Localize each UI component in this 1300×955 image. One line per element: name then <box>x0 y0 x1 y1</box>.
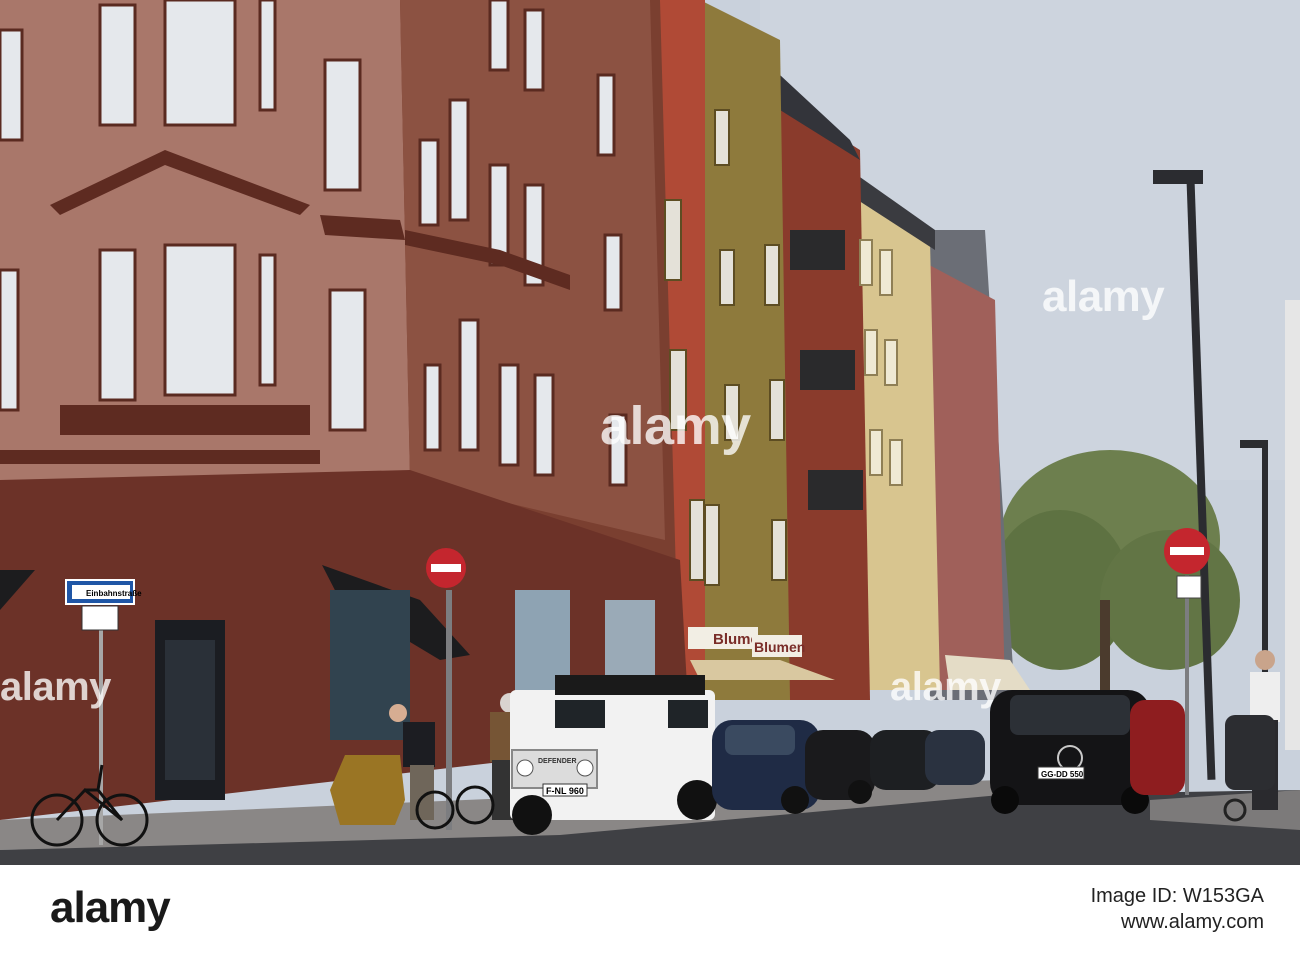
ochre-building <box>700 0 790 700</box>
no-entry-sign-center <box>426 548 466 588</box>
black-mercedes: GG-DD 550 <box>990 690 1150 814</box>
right-building <box>1285 300 1300 750</box>
svg-text:DEFENDER: DEFENDER <box>538 758 577 765</box>
dark-car-2 <box>925 730 985 785</box>
footer-meta: Image ID: W153GA www.alamy.com <box>1091 883 1264 935</box>
red-car <box>1130 700 1185 795</box>
site-url-link[interactable]: www.alamy.com <box>1091 909 1264 935</box>
watermark-bottom: alamy <box>890 665 1001 709</box>
watermark-left: alamy <box>0 665 111 709</box>
bench <box>330 755 405 825</box>
image-id-label: Image ID: W153GA <box>1090 885 1264 907</box>
red-building <box>780 100 870 700</box>
svg-text:Blumen: Blumen <box>754 639 805 655</box>
white-defender: DEFENDER F-NL 960 <box>510 675 717 835</box>
sign-pole-center <box>446 590 452 830</box>
watermark-right: alamy <box>1042 272 1165 321</box>
svg-text:Einbahnstraße: Einbahnstraße <box>86 589 142 598</box>
watermark-main: alamy <box>600 396 751 456</box>
sign-pole-right <box>1185 575 1189 795</box>
footer-bar: alamy Image ID: W153GA www.alamy.com <box>0 865 1300 955</box>
footer-brand-logo[interactable]: alamy <box>50 883 171 933</box>
street-photo: S Blumen Blumen <box>0 0 1300 865</box>
svg-text:GG-DD 550: GG-DD 550 <box>1041 770 1084 779</box>
blue-car <box>712 720 820 814</box>
svg-text:F-NL 960: F-NL 960 <box>546 786 584 796</box>
mini-car <box>805 730 875 804</box>
